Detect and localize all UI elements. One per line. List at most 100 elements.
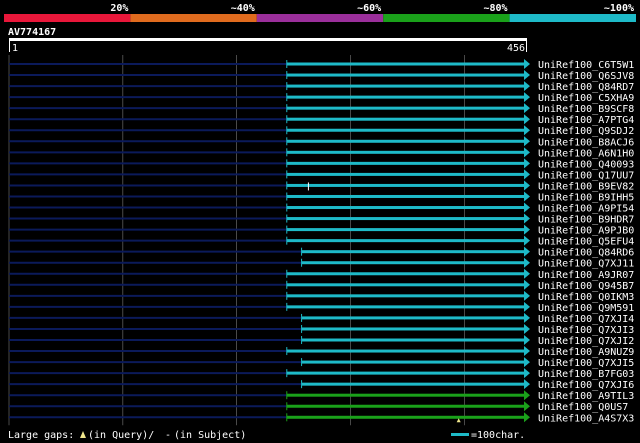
hit-label: UniRef100_Q7XJI5 xyxy=(538,358,634,369)
identity-scale-label: ~40% xyxy=(231,3,255,14)
identity-scale-segment xyxy=(509,14,636,22)
hit-label: UniRef100_B9EV82 xyxy=(538,181,634,192)
hit-bar xyxy=(301,250,527,254)
hit-arrow xyxy=(524,213,530,224)
hit-label: UniRef100_C6T5W1 xyxy=(538,60,634,71)
query-gap-marker xyxy=(456,418,461,423)
hit-bar xyxy=(286,415,527,419)
hit-label: UniRef100_B9IHH5 xyxy=(538,192,634,203)
hit-arrow xyxy=(524,268,530,279)
hit-arrow xyxy=(524,379,530,390)
hit-arrow xyxy=(524,235,530,246)
hit-bar xyxy=(286,95,527,99)
hit-bar xyxy=(286,117,527,121)
identity-scale-segment xyxy=(256,14,384,22)
hit-bar xyxy=(301,316,527,320)
hit-label: UniRef100_Q84RD6 xyxy=(538,248,634,259)
hit-arrow xyxy=(524,346,530,357)
hit-label: UniRef100_Q9M591 xyxy=(538,303,634,314)
hit-arrow xyxy=(524,368,530,379)
hit-label: UniRef100_B7FG03 xyxy=(538,369,634,380)
hit-arrow xyxy=(524,279,530,290)
hit-label: UniRef100_A9TIL3 xyxy=(538,391,634,402)
hit-label: UniRef100_A9JR07 xyxy=(538,270,634,281)
hit-arrow xyxy=(524,301,530,312)
hit-arrow xyxy=(524,81,530,92)
hit-label: UniRef100_Q7XJI4 xyxy=(538,314,634,325)
hit-arrow xyxy=(524,158,530,169)
hit-arrow xyxy=(524,125,530,136)
hit-bar xyxy=(286,404,527,408)
hit-bar xyxy=(286,62,527,66)
hit-arrow xyxy=(524,323,530,334)
hit-label: UniRef100_A7PTG4 xyxy=(538,115,634,126)
hit-arrow xyxy=(524,246,530,257)
hit-label: UniRef100_Q0US7 xyxy=(538,402,628,413)
hit-bar xyxy=(286,294,527,298)
hit-bar xyxy=(286,349,527,353)
identity-scale-label: ~60% xyxy=(357,3,381,14)
hit-bar xyxy=(286,239,527,243)
hit-bar xyxy=(301,338,527,342)
hit-arrow xyxy=(524,103,530,114)
hit-arrow xyxy=(524,224,530,235)
hit-arrow xyxy=(524,312,530,323)
ruler-start-label: 1 xyxy=(12,43,18,54)
hit-arrow xyxy=(524,191,530,202)
hit-bar xyxy=(286,305,527,309)
hit-bar xyxy=(286,161,527,165)
hit-arrow xyxy=(524,114,530,125)
hit-label: UniRef100_B9HDR7 xyxy=(538,215,634,226)
hit-arrow xyxy=(524,202,530,213)
hit-arrow xyxy=(524,180,530,191)
hit-arrow xyxy=(524,70,530,81)
hit-arrow xyxy=(524,335,530,345)
hit-bar xyxy=(286,228,527,232)
identity-scale-segment xyxy=(130,14,257,22)
hit-label: UniRef100_Q7XJI6 xyxy=(538,380,634,391)
hit-bar xyxy=(286,217,527,221)
identity-scale-label: 20% xyxy=(110,3,128,14)
hit-arrow xyxy=(524,357,530,368)
hit-label: UniRef100_Q17UU7 xyxy=(538,170,634,181)
hit-arrow xyxy=(524,59,530,69)
hit-bar xyxy=(286,150,527,154)
hit-bar xyxy=(301,360,527,364)
identity-scale-segment xyxy=(383,14,510,22)
hit-bar xyxy=(286,393,527,397)
hit-bar xyxy=(286,194,527,198)
identity-scale-segment xyxy=(4,14,131,22)
hit-label: UniRef100_A9PJB0 xyxy=(538,226,634,237)
hit-label: UniRef100_A9PI54 xyxy=(538,204,634,215)
legend-subject-gap-text: (in Subject) xyxy=(174,430,246,441)
hit-arrow xyxy=(524,169,530,180)
identity-scale-label: ~80% xyxy=(484,3,508,14)
hit-label: UniRef100_Q7XJ11 xyxy=(538,259,634,270)
hit-bar xyxy=(301,382,527,386)
hit-bar xyxy=(286,128,527,132)
hit-bar xyxy=(301,261,527,265)
hit-arrow xyxy=(524,257,530,268)
hit-arrow xyxy=(524,401,530,412)
hit-label: UniRef100_C5XHA9 xyxy=(538,93,634,104)
hit-label: UniRef100_A9NUZ9 xyxy=(538,347,634,358)
identity-scale-label: ~100% xyxy=(604,3,634,14)
hit-label: UniRef100_Q40093 xyxy=(538,159,634,170)
ruler-end-label: 456 xyxy=(507,43,525,54)
hit-arrow xyxy=(524,290,530,301)
legend-query-gap-text: (in Query)/ xyxy=(88,430,154,441)
hit-bar xyxy=(286,106,527,110)
legend-large-gaps: Large gaps: xyxy=(8,430,74,441)
hit-arrow xyxy=(524,92,530,103)
hit-label: UniRef100_Q9SDJ2 xyxy=(538,126,634,137)
alignment-overview: 20% ~40% ~60% ~80% ~100% AV774167 1 456 UniRef10… xyxy=(0,0,640,443)
hit-bar xyxy=(286,206,527,210)
legend-scale-label: =100char. xyxy=(471,430,525,441)
legend-subject-gap-symbol: - xyxy=(165,430,171,441)
hit-bar xyxy=(286,172,527,176)
alignment-chart: 20% ~40% ~60% ~80% ~100% AV774167 1 456 UniRef10… xyxy=(4,3,636,441)
hit-label: UniRef100_A6N1H0 xyxy=(538,148,634,159)
hit-label: UniRef100_Q945B7 xyxy=(538,281,634,292)
hit-label: UniRef100_Q0IKM3 xyxy=(538,292,634,303)
hit-bar xyxy=(286,371,527,375)
